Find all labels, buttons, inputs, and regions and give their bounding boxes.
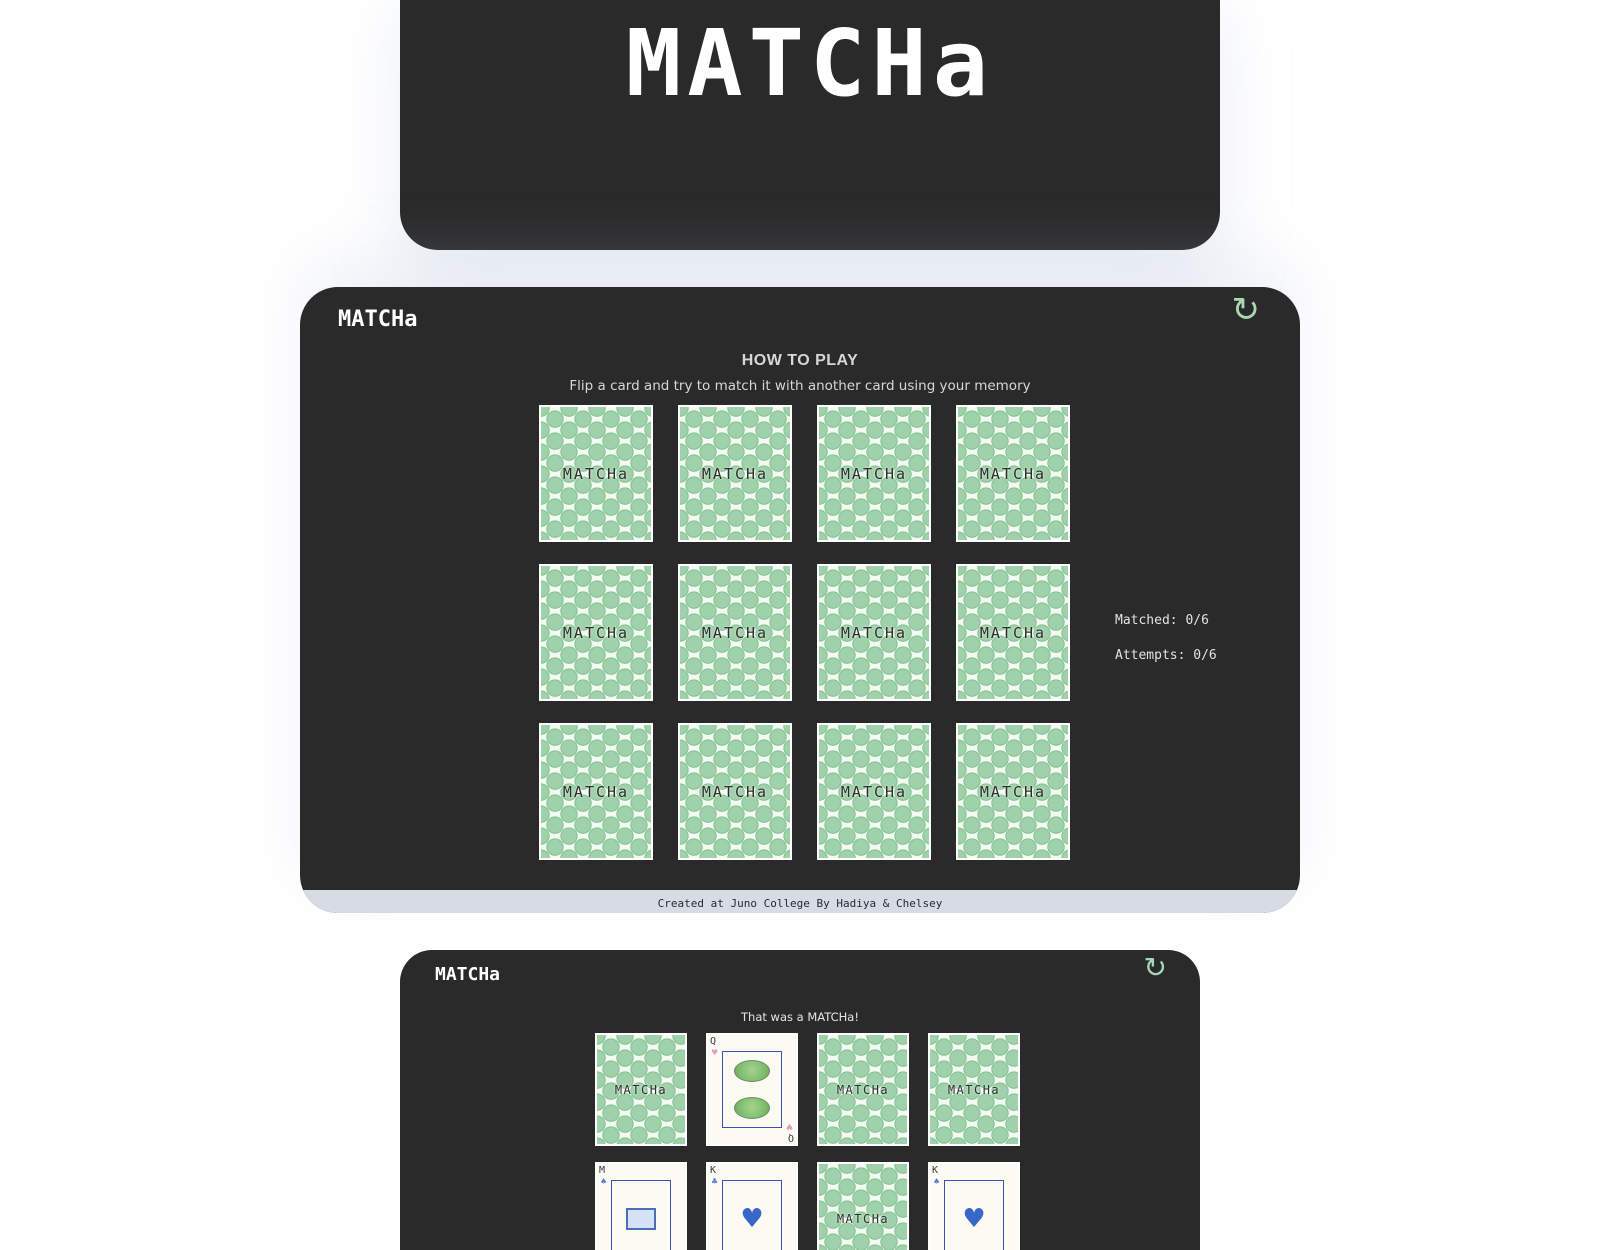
spade-suit-icon: ♠	[933, 1177, 941, 1186]
card-back-label: MATCHa	[836, 1082, 890, 1097]
card-back-label: MATCHa	[701, 782, 769, 801]
game-logo: MATCHa	[338, 307, 418, 332]
card-back-label: MATCHa	[979, 782, 1047, 801]
card-face-king[interactable]: K ♠ ♥	[928, 1162, 1020, 1250]
refresh-icon[interactable]: ↻	[1232, 293, 1261, 327]
card-face-queen[interactable]: Q ♥ ♥ Q	[706, 1033, 798, 1146]
card-back-label: MATCHa	[701, 464, 769, 483]
intro-title: MATCHa	[625, 10, 995, 117]
card-back[interactable]: MATCHa	[539, 405, 653, 542]
card-rank: K	[710, 1165, 717, 1176]
card-back[interactable]: MATCHa	[928, 1033, 1020, 1146]
card-back-label: MATCHa	[562, 464, 630, 483]
card-back-label: MATCHa	[701, 623, 769, 642]
card-back-label: MATCHa	[840, 623, 908, 642]
card-back[interactable]: MATCHa	[678, 405, 792, 542]
card-back[interactable]: MATCHa	[956, 405, 1070, 542]
matched-count: Matched: 0/6	[1115, 613, 1209, 628]
attempts-count: Attempts: 0/6	[1115, 648, 1217, 663]
card-rank: Q	[787, 1132, 794, 1143]
instructions-text: Flip a card and try to match it with ano…	[569, 378, 1031, 394]
intro-panel: MATCHa	[400, 0, 1220, 250]
card-back-label: MATCHa	[979, 623, 1047, 642]
matcha-bowl-icon	[734, 1097, 770, 1120]
card-face-m[interactable]: M ♠	[595, 1162, 687, 1250]
spade-suit-icon: ♠	[600, 1177, 608, 1186]
match-logo: MATCHa	[435, 964, 501, 985]
card-grid: MATCHa Q ♥ ♥ Q MATCHa MATCHa M ♠ K ♣ ♥ M…	[595, 1033, 1020, 1250]
game-panel: MATCHa ↻ HOW TO PLAY Flip a card and try…	[300, 287, 1300, 913]
matcha-bowl-icon	[734, 1059, 770, 1082]
card-face-king[interactable]: K ♣ ♥	[706, 1162, 798, 1250]
card-artwork: ♥	[722, 1180, 782, 1250]
heart-suit-icon: ♥	[785, 1122, 793, 1131]
card-back[interactable]: MATCHa	[817, 1162, 909, 1250]
card-back[interactable]: MATCHa	[539, 723, 653, 860]
club-suit-icon: ♣	[711, 1177, 719, 1186]
card-rank: M	[599, 1165, 606, 1176]
card-back[interactable]: MATCHa	[956, 723, 1070, 860]
card-back-label: MATCHa	[979, 464, 1047, 483]
footer: Created at Juno College By Hadiya & Chel…	[300, 890, 1300, 913]
card-back-label: MATCHa	[947, 1082, 1001, 1097]
card-grid: MATCHa MATCHa MATCHa MATCHa MATCHa MATCH…	[539, 405, 1070, 860]
heart-icon: ♥	[740, 1203, 764, 1234]
heart-icon: ♥	[962, 1203, 986, 1234]
card-back-label: MATCHa	[840, 782, 908, 801]
card-artwork	[722, 1051, 782, 1128]
card-back[interactable]: MATCHa	[817, 1033, 909, 1146]
card-back[interactable]: MATCHa	[539, 564, 653, 701]
card-back-label: MATCHa	[562, 782, 630, 801]
card-back-label: MATCHa	[840, 464, 908, 483]
card-back-label: MATCHa	[614, 1082, 668, 1097]
card-rank: Q	[710, 1036, 717, 1047]
card-back[interactable]: MATCHa	[678, 723, 792, 860]
instructions-title: HOW TO PLAY	[741, 352, 859, 369]
card-artwork: ♥	[944, 1180, 1004, 1250]
card-back[interactable]: MATCHa	[817, 723, 931, 860]
refresh-icon[interactable]: ↻	[1144, 954, 1167, 982]
match-panel: MATCHa ↻ That was a MATCHa! MATCHa Q ♥ ♥…	[400, 950, 1200, 1250]
card-back[interactable]: MATCHa	[956, 564, 1070, 701]
card-back-label: MATCHa	[836, 1211, 890, 1226]
card-rank: K	[932, 1165, 939, 1176]
card-artwork	[611, 1180, 671, 1250]
card-back[interactable]: MATCHa	[817, 564, 931, 701]
score-panel: Matched: 0/6 Attempts: 0/6	[1115, 613, 1217, 683]
heart-suit-icon: ♥	[711, 1048, 719, 1057]
matcha-box-icon	[626, 1207, 656, 1230]
card-back[interactable]: MATCHa	[595, 1033, 687, 1146]
card-back-label: MATCHa	[562, 623, 630, 642]
card-back[interactable]: MATCHa	[817, 405, 931, 542]
card-back[interactable]: MATCHa	[678, 564, 792, 701]
match-message: That was a MATCHa!	[741, 1010, 859, 1024]
